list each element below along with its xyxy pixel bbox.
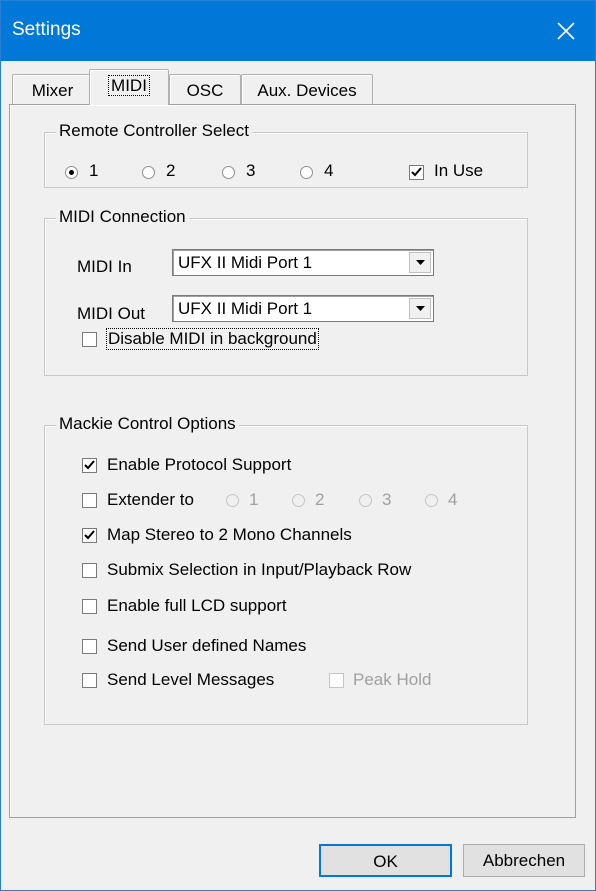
tab-midi-label: MIDI <box>108 75 150 96</box>
full-lcd-label: Enable full LCD support <box>107 596 287 615</box>
disable-midi-background-label: Disable MIDI in background <box>106 328 319 350</box>
tab-osc-label: OSC <box>186 81 224 100</box>
chevron-down-icon <box>415 259 425 265</box>
tab-mixer-label: Mixer <box>31 81 74 100</box>
remote-radio-4[interactable] <box>300 166 313 179</box>
extender-radio-2[interactable] <box>292 494 305 507</box>
cancel-button-label: Abbrechen <box>482 851 566 870</box>
extender-radio-1[interactable] <box>226 494 239 507</box>
tab-aux-devices-label: Aux. Devices <box>257 81 357 100</box>
checkmark-icon <box>84 530 95 540</box>
send-names-checkbox[interactable] <box>82 639 97 654</box>
midi-in-value: UFX II Midi Port 1 <box>178 253 313 272</box>
extender-radio-3[interactable] <box>359 494 372 507</box>
extender-radio-4[interactable] <box>425 494 438 507</box>
midi-in-label: MIDI In <box>77 257 132 276</box>
midi-out-value: UFX II Midi Port 1 <box>178 299 313 318</box>
remote-radio-2-label: 2 <box>166 161 176 180</box>
peak-hold-checkbox[interactable] <box>329 673 344 688</box>
remote-radio-1-label: 1 <box>89 161 99 180</box>
checkmark-icon <box>84 460 95 470</box>
extender-radio-2-label: 2 <box>315 490 325 509</box>
midi-in-dropdown-button[interactable] <box>409 252 431 273</box>
send-level-checkbox[interactable] <box>82 673 97 688</box>
remote-controller-legend: Remote Controller Select <box>56 121 252 141</box>
map-stereo-label: Map Stereo to 2 Mono Channels <box>107 525 352 544</box>
remote-radio-3-label: 3 <box>246 161 256 180</box>
enable-protocol-checkbox[interactable] <box>82 458 97 473</box>
ok-button[interactable]: OK <box>319 844 452 877</box>
submix-selection-label: Submix Selection in Input/Playback Row <box>107 560 412 579</box>
enable-protocol-label: Enable Protocol Support <box>107 455 292 474</box>
send-names-label: Send User defined Names <box>107 636 307 655</box>
disable-midi-background-checkbox[interactable] <box>82 332 97 347</box>
peak-hold-label: Peak Hold <box>353 670 432 689</box>
close-icon <box>557 22 575 40</box>
midi-connection-legend: MIDI Connection <box>56 207 189 227</box>
remote-radio-3[interactable] <box>222 166 235 179</box>
cancel-button[interactable]: Abbrechen <box>463 844 585 877</box>
in-use-checkbox[interactable] <box>409 165 424 180</box>
close-button[interactable] <box>537 1 595 61</box>
submix-selection-checkbox[interactable] <box>82 563 97 578</box>
extender-checkbox[interactable] <box>82 493 97 508</box>
mackie-control-legend: Mackie Control Options <box>56 414 239 434</box>
settings-window: Settings Mixer MIDI OSC Aux. Devices Rem… <box>0 0 596 891</box>
tab-aux-devices[interactable]: Aux. Devices <box>241 74 373 104</box>
title-bar[interactable]: Settings <box>1 1 595 61</box>
midi-out-label: MIDI Out <box>77 304 146 323</box>
midi-out-select[interactable]: UFX II Midi Port 1 <box>172 295 434 322</box>
map-stereo-checkbox[interactable] <box>82 528 97 543</box>
midi-in-select[interactable]: UFX II Midi Port 1 <box>172 249 434 276</box>
extender-label: Extender to <box>107 490 194 509</box>
chevron-down-icon <box>415 305 425 311</box>
tab-midi[interactable]: MIDI <box>89 69 169 105</box>
extender-radio-1-label: 1 <box>249 490 259 509</box>
remote-radio-4-label: 4 <box>324 161 334 180</box>
tab-osc[interactable]: OSC <box>169 74 241 104</box>
remote-radio-1[interactable] <box>65 166 78 179</box>
extender-radio-3-label: 3 <box>382 490 392 509</box>
midi-tab-panel: Remote Controller Select 1 2 3 4 In Use … <box>9 104 576 818</box>
midi-out-dropdown-button[interactable] <box>409 298 431 319</box>
ok-button-label: OK <box>373 852 398 871</box>
in-use-label: In Use <box>434 161 484 180</box>
send-level-label: Send Level Messages <box>107 670 275 689</box>
checkmark-icon <box>411 167 422 177</box>
full-lcd-checkbox[interactable] <box>82 599 97 614</box>
tab-mixer[interactable]: Mixer <box>12 74 93 104</box>
extender-radio-4-label: 4 <box>448 490 458 509</box>
remote-radio-2[interactable] <box>142 166 155 179</box>
window-title: Settings <box>12 19 81 40</box>
